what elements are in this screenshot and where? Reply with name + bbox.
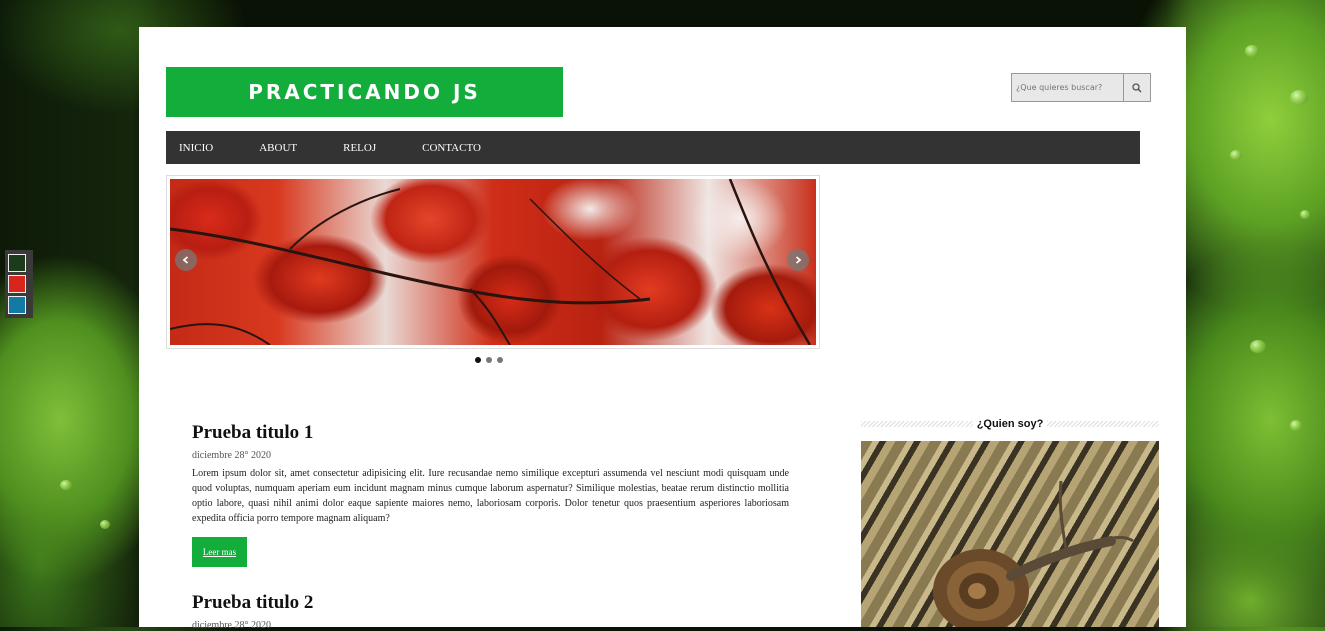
slider-dot[interactable]	[497, 357, 503, 363]
water-drop	[1290, 420, 1302, 431]
sidebar-title: ¿Quien soy?	[976, 418, 1044, 430]
post-date: diciembre 28° 2020	[192, 450, 271, 461]
theme-swatch-blue[interactable]	[8, 296, 26, 314]
water-drop	[1290, 90, 1308, 105]
search-box	[1011, 73, 1151, 102]
water-drop	[1245, 45, 1259, 57]
branches-overlay	[170, 179, 812, 345]
water-drop	[1230, 150, 1242, 160]
theme-swatch-green[interactable]	[8, 254, 26, 272]
chevron-right-icon	[795, 256, 802, 264]
theme-swatch-red[interactable]	[8, 275, 26, 293]
nav-item-contacto[interactable]: CONTACTO	[422, 142, 481, 154]
post-title[interactable]: Prueba titulo 1	[192, 422, 789, 444]
blog-post: Prueba titulo 2 diciembre 28° 2020	[192, 592, 789, 631]
read-more-button[interactable]: Leer mas	[192, 537, 247, 567]
page-container: PRACTICANDO JS INICIO ABOUT RELOJ CONTAC…	[139, 27, 1186, 631]
slider-image	[170, 179, 816, 345]
search-button[interactable]	[1124, 73, 1151, 102]
blog-post: Prueba titulo 1 diciembre 28° 2020 Lorem…	[192, 422, 789, 567]
chevron-left-icon	[182, 256, 189, 264]
water-drop	[1300, 210, 1310, 219]
profile-image	[861, 441, 1159, 627]
snail-illustration	[933, 480, 1134, 627]
water-drop	[100, 520, 110, 529]
slider-dot[interactable]	[486, 357, 492, 363]
slider-prev-button[interactable]	[175, 249, 197, 271]
post-date: diciembre 28° 2020	[192, 620, 271, 631]
water-drop	[1250, 340, 1266, 353]
post-body: Lorem ipsum dolor sit, amet consectetur …	[192, 468, 789, 524]
divider	[861, 421, 973, 427]
nav-item-inicio[interactable]: INICIO	[179, 142, 213, 154]
nav-item-reloj[interactable]: RELOJ	[343, 142, 376, 154]
image-slider	[166, 175, 820, 349]
main-nav: INICIO ABOUT RELOJ CONTACTO	[166, 131, 1140, 164]
sidebar-heading: ¿Quien soy?	[861, 417, 1159, 431]
slider-next-button[interactable]	[787, 249, 809, 271]
search-icon	[1132, 82, 1142, 93]
theme-palette	[5, 250, 33, 318]
site-logo[interactable]: PRACTICANDO JS	[166, 67, 563, 117]
site-logo-text: PRACTICANDO JS	[248, 80, 481, 104]
post-title[interactable]: Prueba titulo 2	[192, 592, 789, 614]
water-drop	[60, 480, 72, 490]
search-input[interactable]	[1011, 73, 1124, 102]
slider-dot[interactable]	[475, 357, 481, 363]
nav-item-about[interactable]: ABOUT	[259, 142, 297, 154]
divider	[1047, 421, 1159, 427]
slider-dots	[475, 357, 503, 363]
